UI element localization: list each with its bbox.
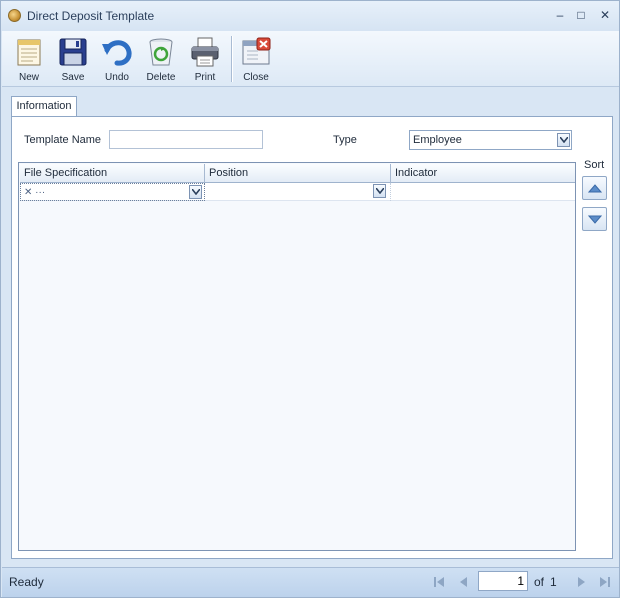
recycle-bin-icon <box>149 38 173 66</box>
printer-icon <box>191 37 219 67</box>
type-dropdown-button[interactable] <box>557 133 570 147</box>
new-button-label: New <box>18 72 39 83</box>
chevron-down-icon <box>376 188 384 194</box>
new-button[interactable]: New <box>9 34 49 86</box>
page-of-label: of <box>534 575 545 589</box>
sort-label: Sort <box>584 159 605 171</box>
column-header-indicator[interactable]: Indicator <box>391 164 575 183</box>
page-total: 1 <box>550 575 557 589</box>
delete-button[interactable]: Delete <box>141 34 181 86</box>
row-edit-indicator-icon: ✕ ··· <box>24 187 46 198</box>
undo-button[interactable]: Undo <box>97 34 137 86</box>
close-window-icon <box>242 37 271 65</box>
triangle-down-icon <box>588 215 602 224</box>
chevron-down-icon <box>192 189 200 195</box>
template-name-input[interactable] <box>109 130 263 149</box>
file-specification-dropdown-button[interactable] <box>189 185 202 199</box>
direct-deposit-template-window: Direct Deposit Template – □ ✕ New Save U… <box>0 0 620 598</box>
triangle-up-icon <box>588 184 602 193</box>
save-button[interactable]: Save <box>53 34 93 86</box>
first-page-icon[interactable] <box>432 575 446 589</box>
indicator-cell[interactable] <box>391 183 575 201</box>
type-select[interactable]: Employee <box>409 130 572 150</box>
previous-page-icon[interactable] <box>457 575 471 589</box>
close-window-button[interactable]: ✕ <box>596 7 614 23</box>
delete-button-label: Delete <box>146 72 176 83</box>
next-page-icon[interactable] <box>574 575 588 589</box>
chevron-down-icon <box>560 137 568 143</box>
current-page-input[interactable] <box>478 571 528 591</box>
type-label: Type <box>333 134 357 146</box>
new-document-icon <box>17 39 41 66</box>
position-dropdown-button[interactable] <box>373 184 386 198</box>
file-specification-grid[interactable]: File Specification Position Indicator ✕ … <box>18 162 576 551</box>
undo-arrow-icon <box>102 40 132 66</box>
information-panel: Template Name Type Employee File Specifi… <box>11 116 613 559</box>
window-title: Direct Deposit Template <box>27 9 155 23</box>
sort-down-button[interactable] <box>582 207 607 231</box>
sort-up-button[interactable] <box>582 176 607 200</box>
column-header-file-specification[interactable]: File Specification <box>20 164 205 183</box>
maximize-button[interactable]: □ <box>572 7 590 23</box>
template-name-label: Template Name <box>24 134 102 146</box>
file-specification-cell[interactable]: ✕ ··· <box>20 183 205 201</box>
save-button-label: Save <box>61 72 85 83</box>
position-cell[interactable] <box>205 183 391 201</box>
close-button-label: Close <box>243 72 269 83</box>
title-bar[interactable]: Direct Deposit Template – □ ✕ <box>1 1 619 31</box>
minimize-button[interactable]: – <box>551 7 569 23</box>
status-text: Ready <box>9 575 44 589</box>
print-button[interactable]: Print <box>185 34 225 86</box>
app-icon <box>8 9 21 22</box>
grid-header: File Specification Position Indicator <box>20 164 575 183</box>
table-row[interactable]: ✕ ··· <box>20 183 575 201</box>
toolbar: New Save Undo Delete Print Close <box>2 31 619 87</box>
last-page-icon[interactable] <box>598 575 612 589</box>
undo-button-label: Undo <box>105 72 129 83</box>
toolbar-separator <box>231 36 232 82</box>
print-button-label: Print <box>194 72 216 83</box>
save-disk-icon <box>59 38 87 66</box>
status-bar: Ready of 1 <box>2 567 619 597</box>
tab-information[interactable]: Information <box>11 96 77 117</box>
type-select-value: Employee <box>413 134 462 146</box>
close-button[interactable]: Close <box>236 34 276 86</box>
column-header-position[interactable]: Position <box>205 164 391 183</box>
